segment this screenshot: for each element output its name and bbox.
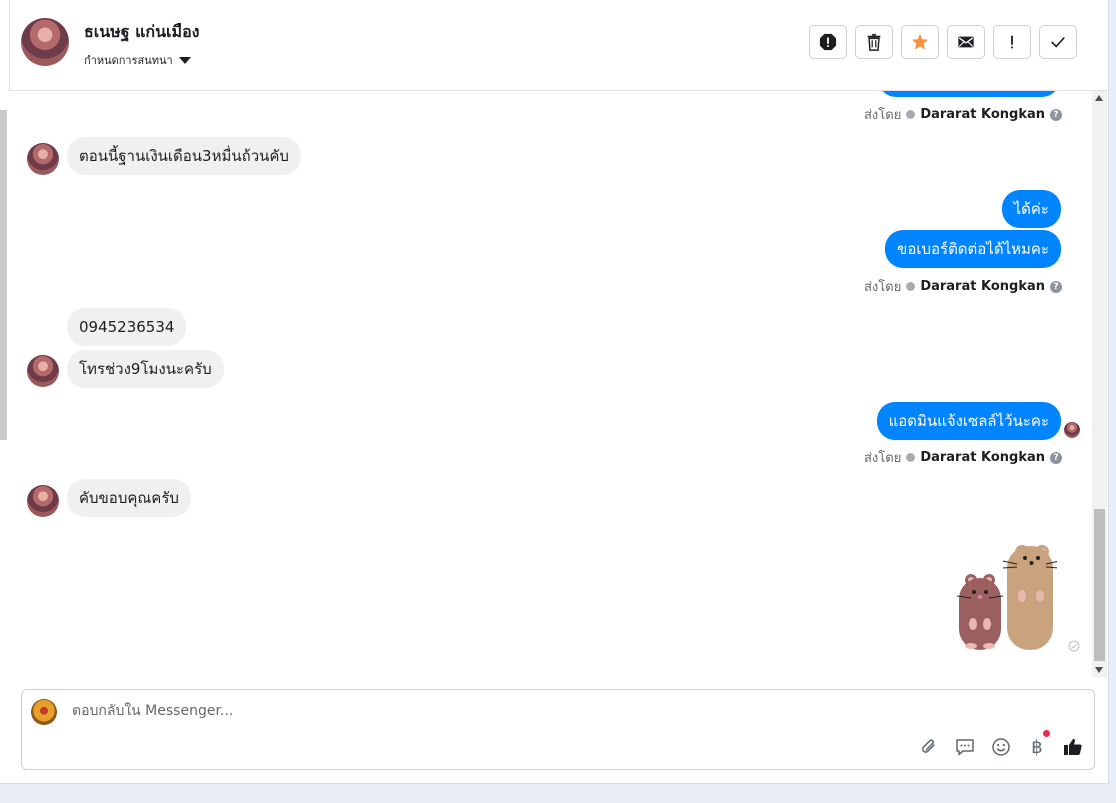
emoji-icon <box>992 738 1010 756</box>
seen-avatar <box>1064 422 1080 438</box>
like-button[interactable] <box>1062 736 1084 758</box>
assign-conversation-dropdown[interactable]: กำหนดการสนทนา <box>84 51 191 69</box>
outgoing-bubble-partial[interactable] <box>878 91 1060 97</box>
incoming-message[interactable]: โทรช่วง9โมงนะครับ <box>67 350 224 388</box>
caret-down-icon <box>178 56 191 64</box>
help-icon[interactable]: ? <box>1050 280 1062 293</box>
contact-avatar[interactable] <box>21 18 69 66</box>
done-button[interactable] <box>1039 25 1077 59</box>
paperclip-icon <box>921 739 935 753</box>
message-thread[interactable]: ส่งโดย Dararat Kongkan ? ตอนนี้ฐานเงินเด… <box>9 91 1092 681</box>
sent-by-meta: ส่งโดย Dararat Kongkan ? <box>864 276 1062 297</box>
exclamation-icon <box>1011 35 1013 49</box>
sent-by-meta: ส่งโดย Dararat Kongkan ? <box>864 447 1062 468</box>
emoji-button[interactable] <box>990 736 1012 758</box>
thread-scrollbar[interactable] <box>1092 91 1107 677</box>
conversation-panel: ธเนษฐ แก่นเมือง กำหนดการสนทนา ส่งโดย Dar… <box>0 0 1109 784</box>
delete-button[interactable] <box>855 25 893 59</box>
payment-button[interactable]: ฿ <box>1026 730 1050 758</box>
sent-by-meta: ส่งโดย Dararat Kongkan ? <box>864 104 1062 125</box>
agent-name[interactable]: Dararat Kongkan <box>920 450 1045 465</box>
reply-input[interactable] <box>70 702 974 720</box>
sent-by-label: ส่งโดย <box>863 280 902 295</box>
contact-avatar-small[interactable] <box>27 485 59 517</box>
scroll-thumb[interactable] <box>1094 509 1105 661</box>
incoming-message[interactable]: ตอนนี้ฐานเงินเดือน3หมื่นถ้วนคับ <box>67 137 301 175</box>
envelope-icon <box>958 36 974 48</box>
conversation-header: ธเนษฐ แก่นเมือง กำหนดการสนทนา <box>9 0 1108 91</box>
star-icon <box>911 33 929 50</box>
reply-composer: ฿ <box>21 689 1095 770</box>
sent-check-icon <box>906 282 916 291</box>
attach-button[interactable] <box>918 736 940 758</box>
follow-up-button[interactable] <box>993 25 1031 59</box>
contact-avatar-small[interactable] <box>27 143 59 175</box>
mark-unread-button[interactable] <box>947 25 985 59</box>
saved-reply-icon <box>956 739 974 756</box>
page-avatar <box>31 699 57 725</box>
composer-tools: ฿ <box>918 730 1084 758</box>
incoming-message[interactable]: คับขอบคุณครับ <box>67 479 191 517</box>
sent-by-label: ส่งโดย <box>863 108 902 123</box>
scroll-down-arrow-icon[interactable] <box>1095 667 1103 673</box>
scroll-up-arrow-icon[interactable] <box>1095 95 1103 101</box>
spam-button[interactable] <box>809 25 847 59</box>
conversation-toolbar <box>809 25 1077 59</box>
outgoing-message[interactable]: ขอเบอร์ติดต่อได้ไหมคะ <box>885 230 1061 268</box>
agent-name[interactable]: Dararat Kongkan <box>920 107 1045 122</box>
outgoing-message[interactable]: แอดมินแจ้งเซลล์ไว้นะคะ <box>876 402 1061 440</box>
help-icon[interactable]: ? <box>1050 108 1062 121</box>
delivered-check-icon <box>1068 640 1080 652</box>
trash-icon <box>867 33 881 51</box>
sent-check-icon <box>906 110 916 119</box>
help-icon[interactable]: ? <box>1050 451 1062 464</box>
sent-check-icon <box>906 453 916 462</box>
outgoing-message[interactable]: ได้ค่ะ <box>1001 190 1061 228</box>
thumbs-up-icon <box>1064 738 1082 755</box>
saved-replies-button[interactable] <box>954 736 976 758</box>
assign-label: กำหนดการสนทนา <box>84 54 173 67</box>
check-icon <box>1051 36 1065 48</box>
contact-avatar-small[interactable] <box>27 355 59 387</box>
baht-icon: ฿ <box>1031 736 1043 758</box>
incoming-message[interactable]: 0945236534 <box>67 308 187 346</box>
contact-name[interactable]: ธเนษฐ แก่นเมือง <box>84 20 200 45</box>
star-button[interactable] <box>901 25 939 59</box>
alert-octagon-icon <box>819 33 837 51</box>
left-scrollbar[interactable] <box>0 110 7 440</box>
agent-name[interactable]: Dararat Kongkan <box>920 279 1045 294</box>
sent-by-label: ส่งโดย <box>863 451 902 466</box>
notification-dot <box>1043 730 1050 737</box>
two-mice-sticker[interactable] <box>947 534 1057 652</box>
